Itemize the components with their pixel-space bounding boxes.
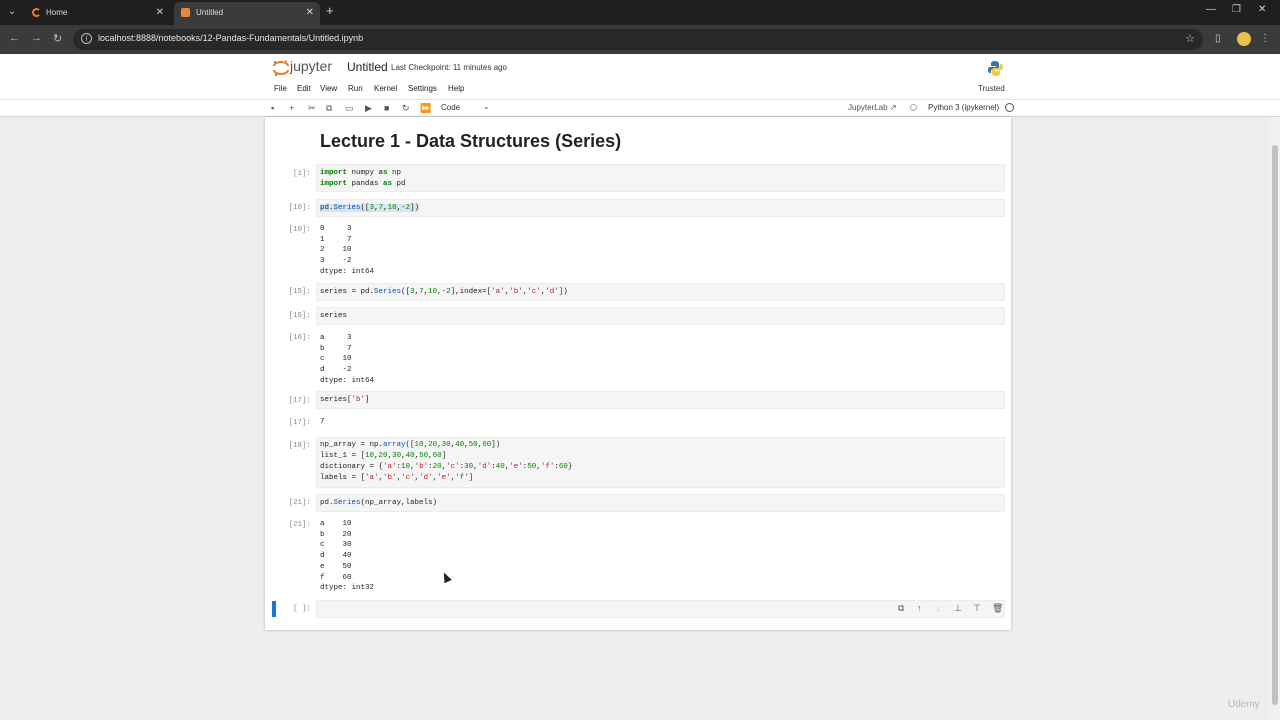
notebook-favicon-icon <box>181 8 190 17</box>
python-logo-icon <box>988 61 1003 76</box>
move-down-icon[interactable]: ↓ <box>936 603 941 613</box>
fast-forward-icon[interactable]: ⏩ <box>420 103 431 114</box>
trusted-indicator[interactable]: Trusted <box>973 82 1010 96</box>
move-up-icon[interactable]: ↑ <box>917 603 922 613</box>
chevron-down-icon[interactable]: ⌄ <box>483 102 490 111</box>
insert-above-icon[interactable]: ⊥ <box>954 603 962 614</box>
notebook-toolbar: ▪ + ✂ ⧉ ▭ ▶ ■ ↻ ⏩ Code ⌄ JupyterLab ↗ Py… <box>0 100 1280 117</box>
cell-prompt: [21]: <box>288 521 311 529</box>
close-icon[interactable]: ✕ <box>306 2 314 23</box>
delete-cell-icon[interactable]: 🗑 <box>992 603 1003 614</box>
cell-prompt: [18]: <box>288 442 311 450</box>
code-text: pd.Series(np_array,labels) <box>320 499 438 507</box>
back-icon[interactable]: ← <box>9 32 20 44</box>
code-text: pd.Series([3,7,10,-2]) <box>320 204 420 212</box>
bookmark-star-icon[interactable]: ☆ <box>1185 32 1195 45</box>
code-cell-input[interactable] <box>316 307 1005 325</box>
jupyterlab-link[interactable]: JupyterLab <box>848 103 888 112</box>
code-text: series <box>320 312 348 320</box>
cell-output: 0 3 1 7 2 10 3 -2 dtype: int64 <box>320 225 375 276</box>
cell-prompt: [17]: <box>288 419 311 427</box>
browser-tab-bar: ⌄ Home ✕ Untitled ✕ + — ❐ ✕ <box>0 0 1280 25</box>
tab-home[interactable]: Home ✕ <box>24 2 170 25</box>
settings-icon[interactable] <box>910 104 917 111</box>
tab-title: Untitled <box>196 8 224 17</box>
cut-icon[interactable]: ✂ <box>308 103 316 114</box>
cell-prompt: [16]: <box>288 334 311 342</box>
maximize-icon[interactable]: ❐ <box>1232 4 1241 15</box>
cell-output: a 10 b 20 c 30 d 40 e 50 f 60 dtype: int… <box>320 520 375 593</box>
kernel-status-icon <box>1005 103 1014 112</box>
menu-settings[interactable]: Settings <box>408 84 437 93</box>
code-text: np_array = np.array([10,20,30,40,50,60])… <box>320 441 573 482</box>
cell-prompt: [1]: <box>292 170 311 178</box>
run-icon[interactable]: ▶ <box>365 103 372 114</box>
markdown-heading: Lecture 1 - Data Structures (Series) <box>320 131 622 151</box>
cell-prompt: [10]: <box>288 226 311 234</box>
cell-prompt: [17]: <box>288 397 311 405</box>
site-info-icon[interactable]: i <box>81 33 92 44</box>
window-close-icon[interactable]: ✕ <box>1258 4 1266 15</box>
save-icon[interactable]: ▪ <box>271 103 274 113</box>
jupyter-header: jupyter Untitled Last Checkpoint: 11 min… <box>0 54 1280 117</box>
close-icon[interactable]: ✕ <box>156 2 164 23</box>
code-cell-input[interactable] <box>316 391 1005 409</box>
new-tab-button[interactable]: + <box>326 3 334 18</box>
reload-icon[interactable]: ↻ <box>53 32 62 45</box>
minimize-icon[interactable]: — <box>1206 4 1216 15</box>
profile-avatar[interactable] <box>1237 32 1251 46</box>
forward-icon[interactable]: → <box>31 32 42 44</box>
jupyter-logo-icon[interactable] <box>272 59 290 77</box>
scrollbar-thumb[interactable] <box>1272 145 1278 705</box>
jupyter-favicon-icon <box>32 8 41 17</box>
menu-help[interactable]: Help <box>448 84 464 93</box>
menu-view[interactable]: View <box>320 84 337 93</box>
notebook-page <box>265 117 1011 630</box>
last-checkpoint: Last Checkpoint: 11 minutes ago <box>391 63 507 72</box>
add-cell-icon[interactable]: + <box>289 103 294 113</box>
external-link-icon: ↗ <box>890 103 897 112</box>
menu-kernel[interactable]: Kernel <box>374 84 397 93</box>
duplicate-cell-icon[interactable]: ⧉ <box>898 603 904 614</box>
cell-output: a 3 b 7 c 10 d -2 dtype: int64 <box>320 334 375 385</box>
cell-prompt: [15]: <box>288 288 311 296</box>
cell-prompt: [21]: <box>288 499 311 507</box>
copy-icon[interactable]: ⧉ <box>326 103 332 114</box>
tab-title: Home <box>46 8 68 17</box>
cell-prompt: [10]: <box>288 204 311 212</box>
cell-prompt: [16]: <box>288 312 311 320</box>
cell-prompt: [ ]: <box>292 605 311 613</box>
code-text: series = pd.Series([3,7,10,-2],index=['a… <box>320 288 568 296</box>
menu-run[interactable]: Run <box>348 84 363 93</box>
kernel-name[interactable]: Python 3 (ipykernel) <box>928 103 999 112</box>
restart-icon[interactable]: ↻ <box>402 103 410 114</box>
stop-icon[interactable]: ■ <box>384 103 389 113</box>
paste-icon[interactable]: ▭ <box>345 103 354 114</box>
url-text: localhost:8888/notebooks/12-Pandas-Funda… <box>98 33 364 43</box>
cell-type-select[interactable]: Code <box>441 103 460 112</box>
watermark: Udemy <box>1228 699 1260 710</box>
menu-edit[interactable]: Edit <box>297 84 311 93</box>
browser-toolbar: ← → ↻ i localhost:8888/notebooks/12-Pand… <box>0 25 1280 54</box>
insert-below-icon[interactable]: ⊤ <box>973 603 981 614</box>
code-text: series['b'] <box>320 396 370 404</box>
sidebar-icon[interactable]: ▯ <box>1215 33 1221 44</box>
address-bar[interactable]: i localhost:8888/notebooks/12-Pandas-Fun… <box>73 29 1203 50</box>
code-text: import numpy as np import pandas as pd <box>320 169 406 188</box>
jupyter-logo-text: jupyter <box>290 58 333 74</box>
tab-untitled[interactable]: Untitled ✕ <box>174 2 320 25</box>
code-cell-input[interactable] <box>316 164 1005 192</box>
menu-file[interactable]: File <box>274 84 287 93</box>
tab-search-button[interactable]: ⌄ <box>4 4 20 20</box>
browser-menu-icon[interactable]: ⋮ <box>1260 33 1270 44</box>
code-cell-input[interactable] <box>316 199 1005 217</box>
cell-output: 7 <box>320 418 325 426</box>
notebook-name[interactable]: Untitled <box>347 60 388 74</box>
